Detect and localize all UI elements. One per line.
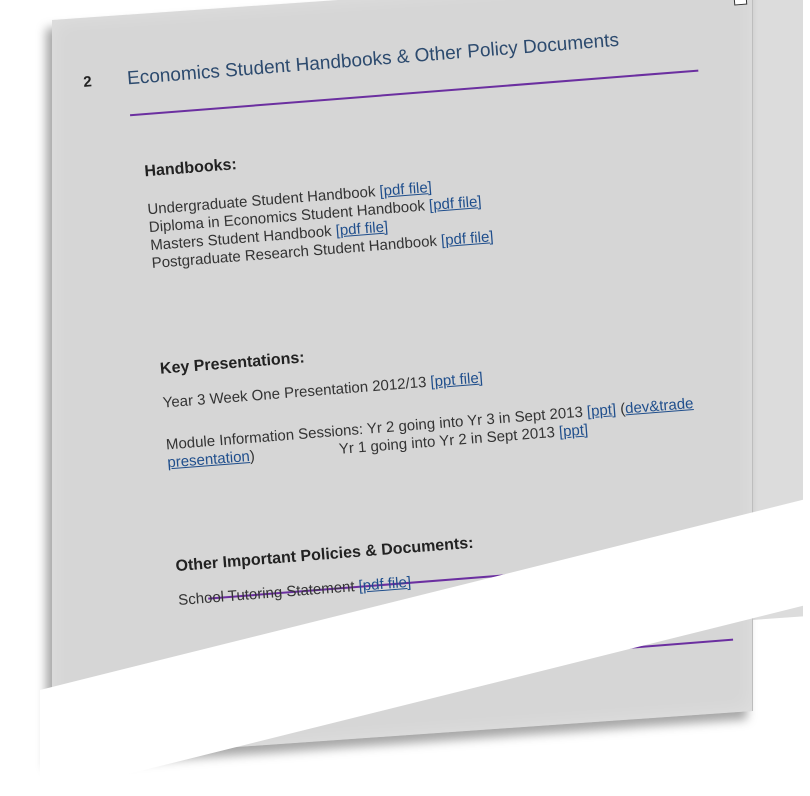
- section-number: 2: [82, 73, 93, 91]
- handbook-pdf-link[interactable]: [pdf file]: [440, 228, 494, 249]
- screenshot-stage: 2 Economics Student Handbooks & Other Po…: [0, 0, 810, 796]
- list-item: School Tutoring Statement [pdf file]: [178, 574, 412, 610]
- tutoring-statement-label: School Tutoring Statement: [177, 578, 356, 609]
- year3-presentation-label: Year 3 Week One Presentation 2012/13: [162, 373, 427, 412]
- paren-close: ): [249, 447, 256, 465]
- handbook-pdf-link[interactable]: [pdf file]: [428, 193, 482, 214]
- year3-ppt-link[interactable]: [ppt file]: [430, 369, 484, 390]
- handbooks-heading: Handbooks:: [143, 156, 238, 181]
- module-ppt-link[interactable]: [ppt]: [586, 401, 616, 420]
- list-item: Year 3 Week One Presentation 2012/13 [pp…: [162, 369, 483, 412]
- yr1-ppt-link[interactable]: [ppt]: [558, 421, 588, 440]
- dev-trade-link[interactable]: dev&trade: [625, 395, 695, 417]
- other-policies-heading: Other Important Policies & Documents:: [174, 534, 475, 576]
- presentations-heading: Key Presentations:: [159, 349, 306, 378]
- tutoring-pdf-link[interactable]: [pdf file]: [358, 574, 412, 595]
